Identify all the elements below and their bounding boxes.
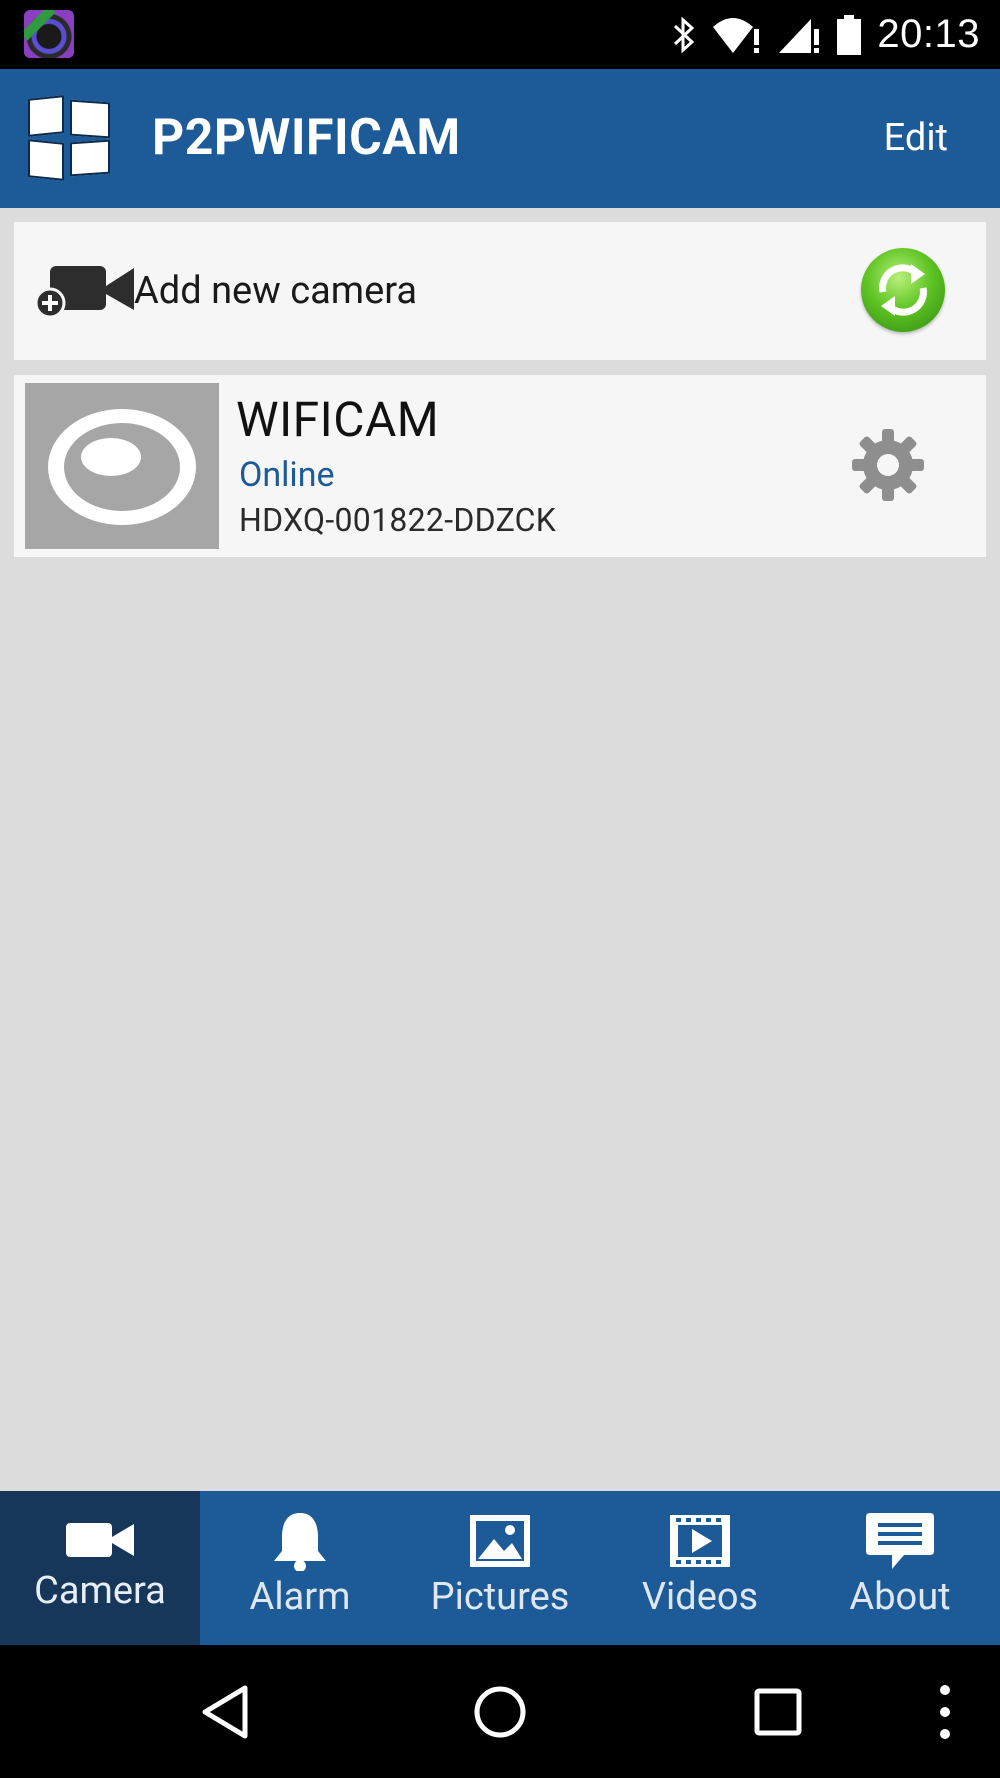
- tab-camera-label: Camera: [34, 1569, 166, 1613]
- camera-thumbnail[interactable]: [25, 383, 219, 549]
- back-button[interactable]: [180, 1645, 270, 1778]
- tab-alarm-label: Alarm: [249, 1575, 351, 1619]
- tab-about-label: About: [849, 1575, 951, 1619]
- refresh-icon: [879, 264, 927, 316]
- camera-status: Online: [239, 455, 335, 495]
- camera-list-item[interactable]: WIFICAM Online HDXQ-001822-DDZCK: [14, 375, 986, 557]
- message-icon: [866, 1513, 934, 1569]
- tab-pictures-label: Pictures: [430, 1575, 570, 1619]
- video-camera-icon: [66, 1523, 134, 1557]
- app-title: P2PWIFICAM: [152, 109, 461, 167]
- tab-alarm[interactable]: Alarm: [200, 1491, 400, 1645]
- tab-videos[interactable]: Videos: [600, 1491, 800, 1645]
- add-camera-label: Add new camera: [134, 269, 418, 313]
- picture-icon: [470, 1515, 530, 1567]
- edit-button[interactable]: Edit: [884, 69, 948, 208]
- camera-name: WIFICAM: [236, 391, 440, 448]
- refresh-button[interactable]: [861, 248, 945, 332]
- status-icons: 20:13: [671, 0, 980, 69]
- recents-icon: [754, 1688, 802, 1735]
- gear-icon[interactable]: [850, 427, 926, 503]
- app-bar: P2PWIFICAM Edit: [0, 69, 1000, 208]
- back-icon: [202, 1685, 248, 1738]
- add-camera-icon: [36, 266, 134, 318]
- bottom-nav: Camera Alarm Pictures Videos About: [0, 1491, 1000, 1645]
- overflow-menu-icon: [940, 1684, 950, 1739]
- battery-icon: [837, 14, 862, 55]
- system-nav-bar: [0, 1645, 1000, 1778]
- tab-camera[interactable]: Camera: [0, 1491, 200, 1645]
- recents-button[interactable]: [733, 1645, 823, 1778]
- home-icon: [474, 1686, 526, 1737]
- overflow-menu-button[interactable]: [910, 1645, 980, 1778]
- home-button[interactable]: [455, 1645, 545, 1778]
- tab-about[interactable]: About: [800, 1491, 1000, 1645]
- status-bar: 20:13: [0, 0, 1000, 69]
- tab-videos-label: Videos: [641, 1575, 759, 1619]
- signal-alert-icon: [779, 18, 820, 53]
- wifi-alert-icon: [713, 17, 760, 53]
- bluetooth-icon: [674, 16, 695, 53]
- camera-uid: HDXQ-001822-DDZCK: [239, 501, 557, 539]
- app-notification-icon: [24, 10, 74, 58]
- bell-icon: [274, 1513, 326, 1571]
- status-time: 20:13: [877, 12, 980, 56]
- camera-lens-icon: [48, 409, 196, 525]
- grid-menu-icon[interactable]: [28, 95, 112, 181]
- tab-pictures[interactable]: Pictures: [400, 1491, 600, 1645]
- film-icon: [670, 1515, 730, 1567]
- add-camera-row[interactable]: Add new camera: [14, 222, 986, 360]
